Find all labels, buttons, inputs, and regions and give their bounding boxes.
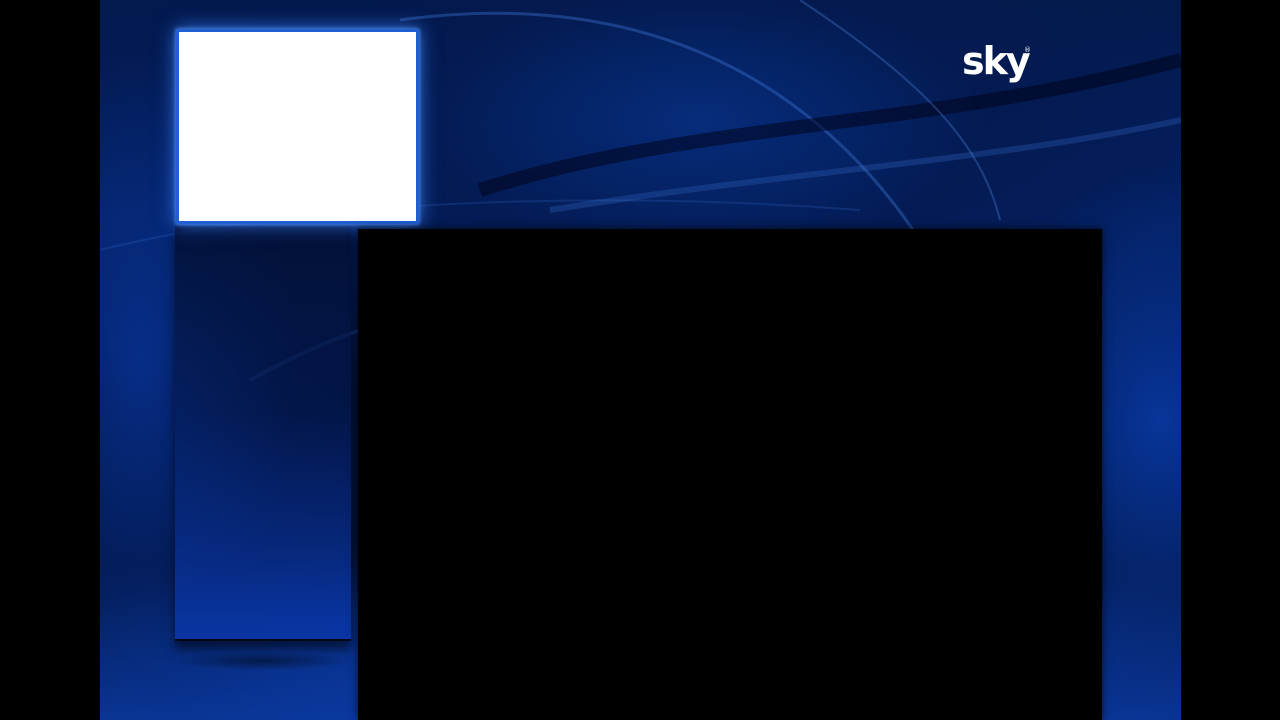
sky-logo-text: sky (962, 39, 1031, 83)
sky-menu-screen: sky ® (0, 0, 1280, 720)
panel-shadow (180, 652, 346, 670)
sky-logo: sky ® (962, 39, 1033, 83)
menu-side-panel (175, 226, 351, 641)
focused-thumbnail-tile[interactable] (176, 29, 419, 224)
trademark-symbol: ® (1024, 46, 1031, 54)
video-preview-area (358, 229, 1102, 720)
